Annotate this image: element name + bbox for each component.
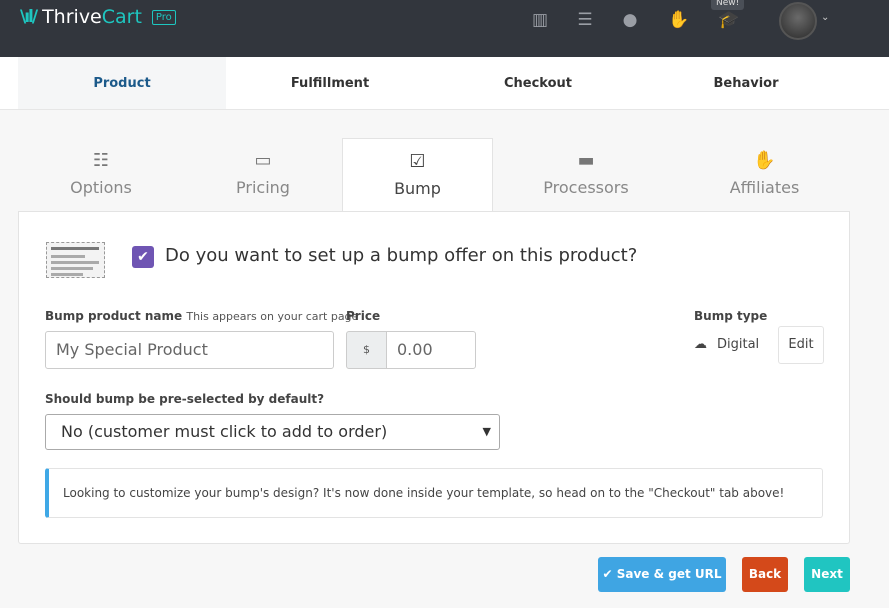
currency-addon: $ — [346, 331, 387, 369]
chevron-down-icon: ▼ — [482, 425, 491, 438]
label-hint: This appears on your cart page — [186, 310, 359, 323]
subtab-label: Options — [70, 178, 132, 197]
tab-behavior[interactable]: Behavior — [642, 57, 850, 109]
sliders-icon: ☷ — [92, 150, 110, 171]
checkbox-icon: ☑ — [409, 151, 426, 172]
subtab-label: Bump — [394, 179, 441, 198]
price-input[interactable]: 0.00 — [386, 331, 476, 369]
sub-tabs: ☷ Options ▭ Pricing ☑ Bump ▬ Processors ✋ Aff… — [18, 138, 850, 212]
subtab-label: Affiliates — [729, 178, 800, 197]
bump-type-value: ☁ Digital — [694, 337, 759, 352]
subtab-label: Pricing — [236, 178, 290, 197]
logo-text: Thrive — [42, 6, 102, 28]
logo-text-accent: Cart — [101, 6, 142, 28]
preselect-value: No (customer must click to add to order) — [61, 422, 388, 441]
bump-name-input[interactable]: My Special Product — [45, 331, 334, 369]
subtab-pricing[interactable]: ▭ Pricing — [184, 138, 342, 212]
cart-logo-icon: \ıl/ — [20, 7, 38, 27]
thrivecart-logo[interactable]: \ıl/ Thrive Cart Pro — [20, 6, 176, 28]
subtab-options[interactable]: ☷ Options — [18, 138, 184, 212]
subtab-affiliates[interactable]: ✋ Affiliates — [679, 138, 850, 212]
back-button[interactable]: Back — [742, 557, 788, 592]
cloud-download-icon: ☁ — [694, 337, 707, 352]
bump-question: Do you want to set up a bump offer on th… — [165, 245, 638, 266]
handshake-icon: ✋ — [753, 150, 776, 171]
user-icon[interactable]: ● — [620, 10, 640, 30]
bump-panel: ✔ Do you want to set up a bump offer on … — [18, 211, 850, 544]
graduation-cap-icon[interactable]: 🎓 — [718, 10, 739, 30]
pro-badge: Pro — [151, 9, 176, 25]
label-text: Bump product name — [45, 309, 183, 323]
tab-fulfillment[interactable]: Fulfillment — [226, 57, 434, 109]
credit-card-icon: ▬ — [577, 150, 595, 171]
tab-checkout[interactable]: Checkout — [434, 57, 642, 109]
avatar[interactable] — [779, 2, 817, 40]
price-label: Price — [346, 309, 381, 323]
money-icon: ▭ — [254, 150, 272, 171]
subtab-bump[interactable]: ☑ Bump — [342, 138, 493, 212]
bump-type-label: Bump type — [694, 309, 768, 323]
list-icon[interactable]: ☰ — [575, 10, 595, 30]
enable-bump-checkbox[interactable]: ✔ — [132, 246, 154, 268]
save-label: Save & get URL — [616, 567, 722, 581]
columns-icon[interactable]: ▥ — [530, 10, 550, 30]
bump-type-text: Digital — [717, 337, 760, 352]
tab-product[interactable]: Product — [18, 57, 226, 109]
preselect-label: Should bump be pre-selected by default? — [45, 392, 325, 406]
next-button[interactable]: Next — [804, 557, 850, 592]
subtab-processors[interactable]: ▬ Processors — [493, 138, 679, 212]
edit-bump-type-button[interactable]: Edit — [778, 326, 824, 364]
preselect-select[interactable]: No (customer must click to add to order)… — [45, 414, 500, 450]
bump-preview-image — [46, 242, 105, 278]
handshake-icon[interactable]: ✋ — [668, 10, 689, 30]
subtab-label: Processors — [543, 178, 629, 197]
check-icon: ✔ — [602, 567, 617, 581]
info-callout: Looking to customize your bump's design?… — [45, 468, 823, 518]
top-tabs: Product Fulfillment Checkout Behavior — [0, 57, 889, 110]
save-get-url-button[interactable]: ✔ Save & get URL — [598, 557, 726, 592]
top-header: \ıl/ Thrive Cart Pro ▥ ☰ ● ✋ New! 🎓 ⌄ — [0, 0, 889, 57]
chevron-down-icon[interactable]: ⌄ — [821, 12, 829, 23]
bump-name-label: Bump product name This appears on your c… — [45, 309, 358, 323]
new-badge: New! — [711, 0, 745, 10]
